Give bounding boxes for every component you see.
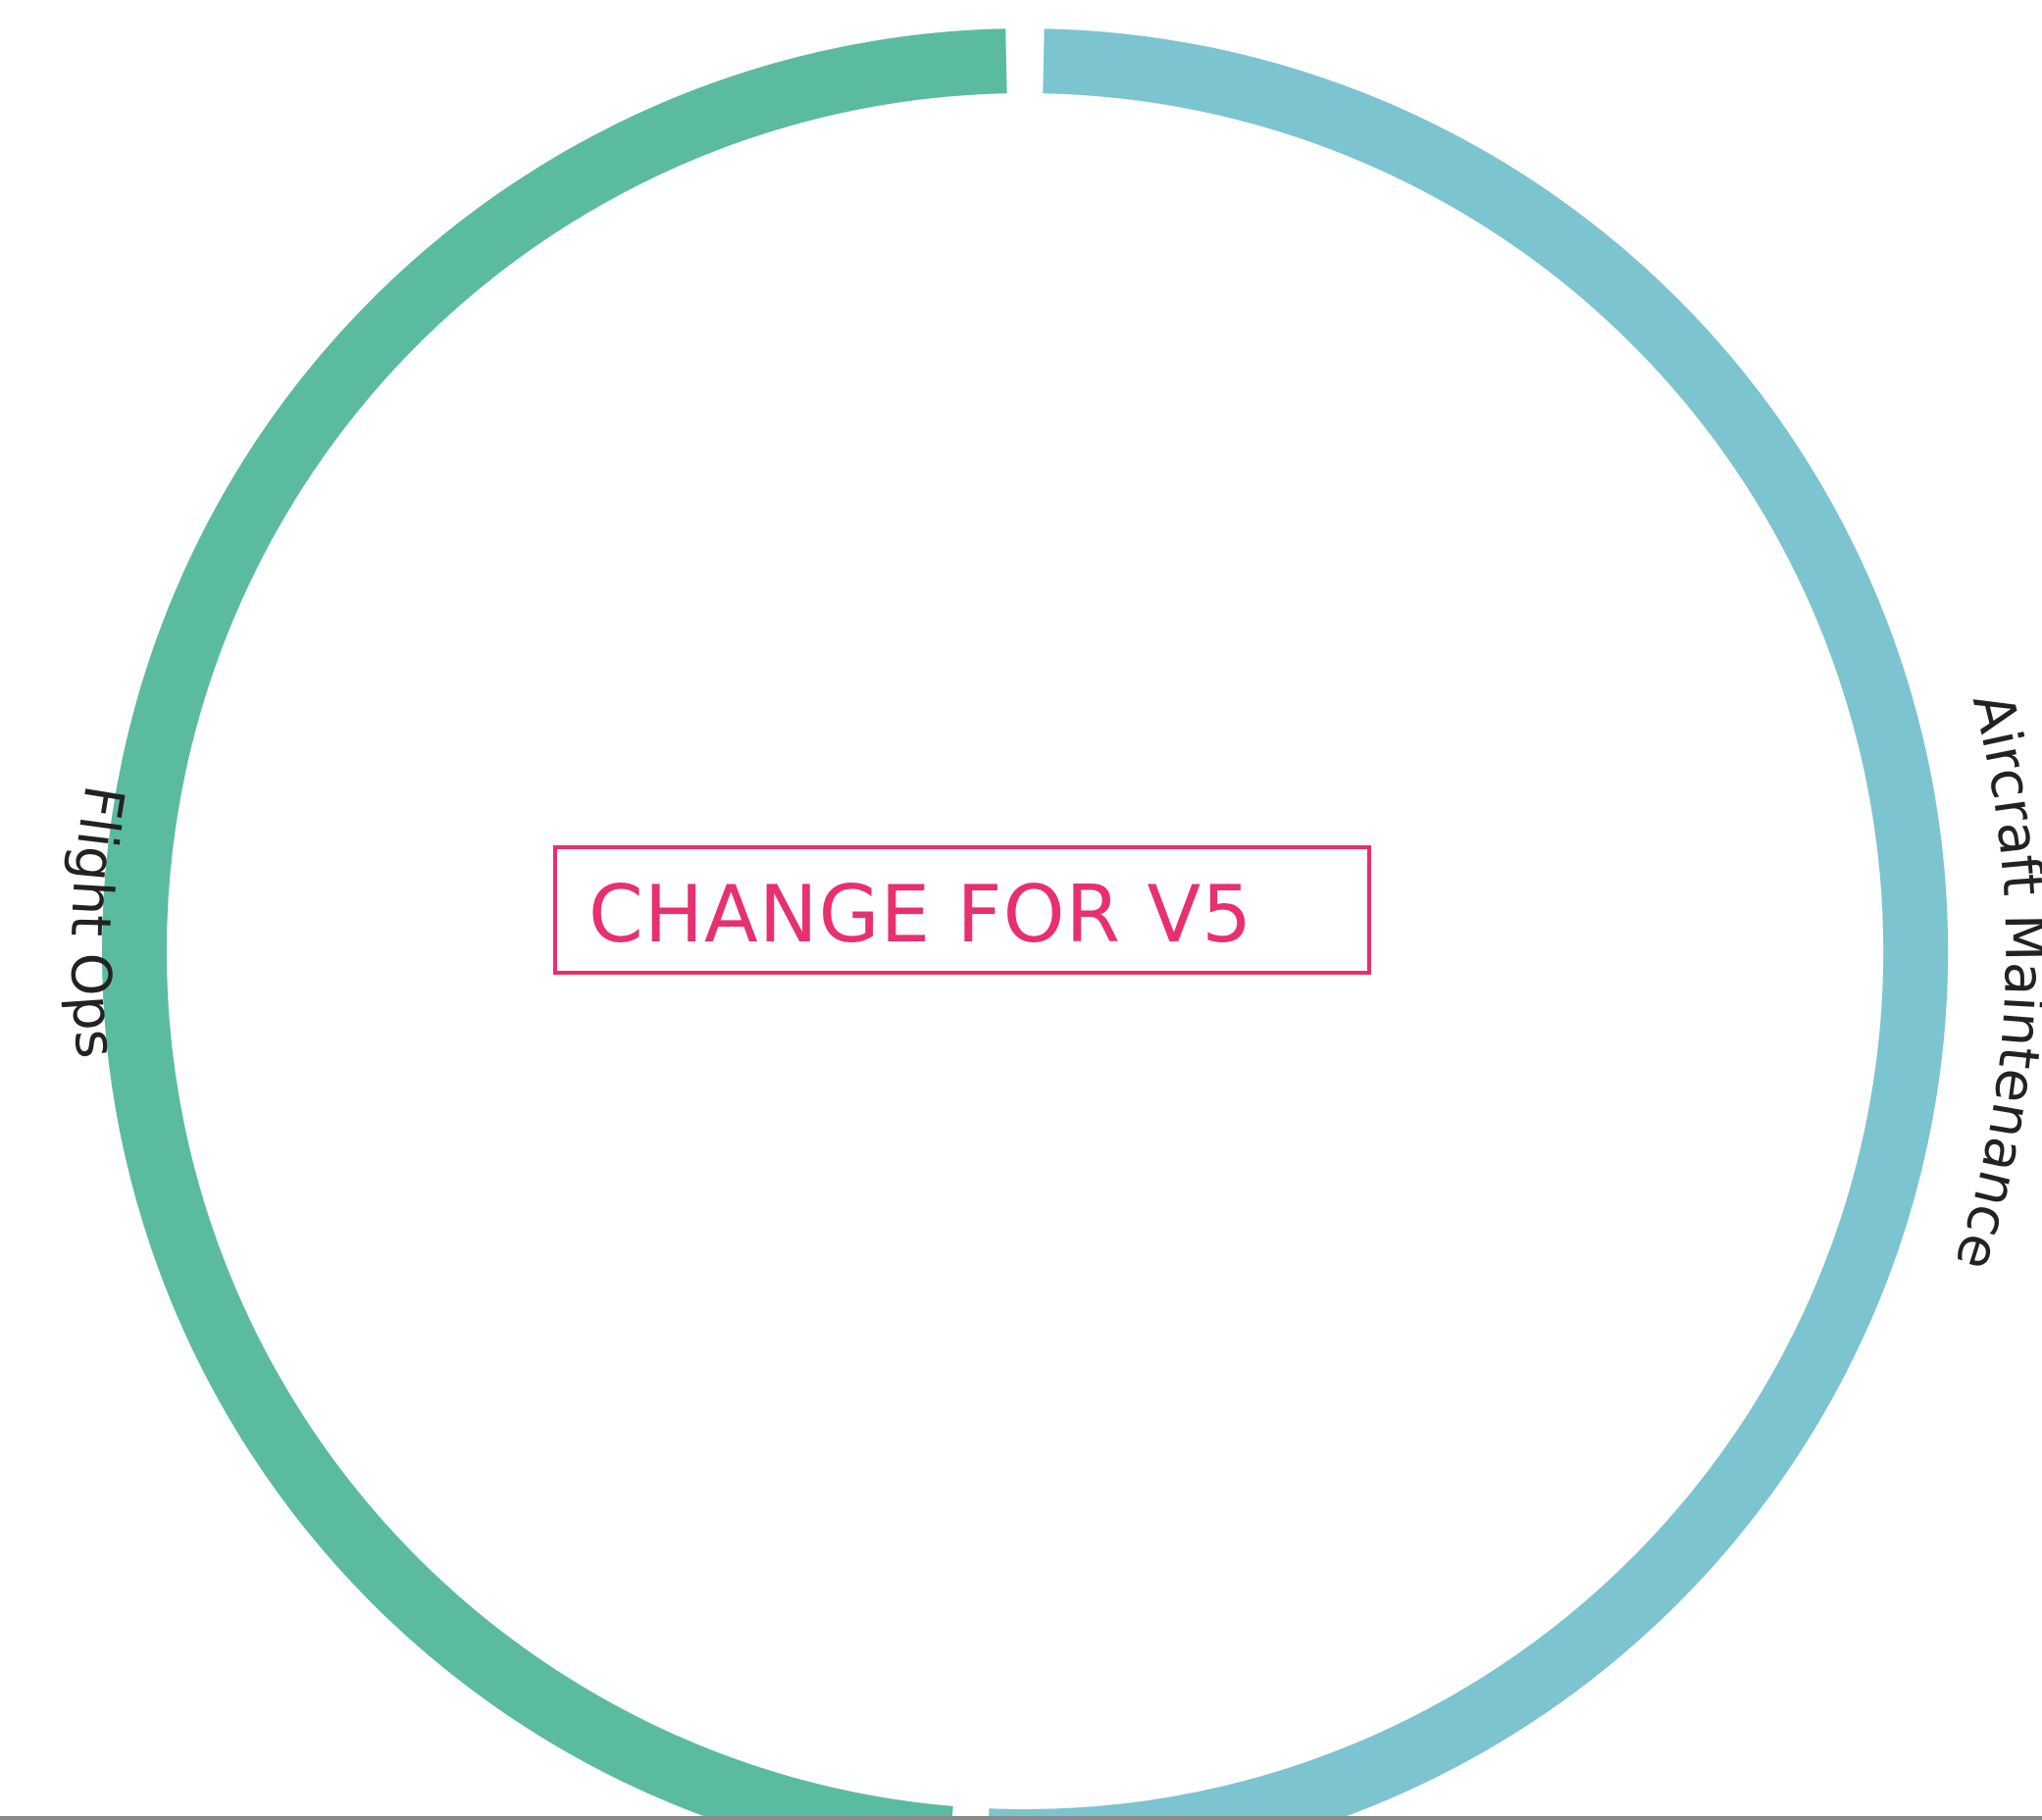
donut-labels: Aircraft MaintenanceFlight Ops: [58, 687, 2042, 1278]
chart-container: Aircraft MaintenanceFlight Ops CHANGE FO…: [0, 0, 2042, 1820]
donut-label-aircraft-maintenance: Aircraft Maintenance: [1942, 687, 2042, 1278]
bottom-divider: [0, 1816, 2042, 1820]
annotation-box: CHANGE FOR V5: [553, 845, 1371, 975]
annotation-text: CHANGE FOR V5: [588, 869, 1253, 960]
